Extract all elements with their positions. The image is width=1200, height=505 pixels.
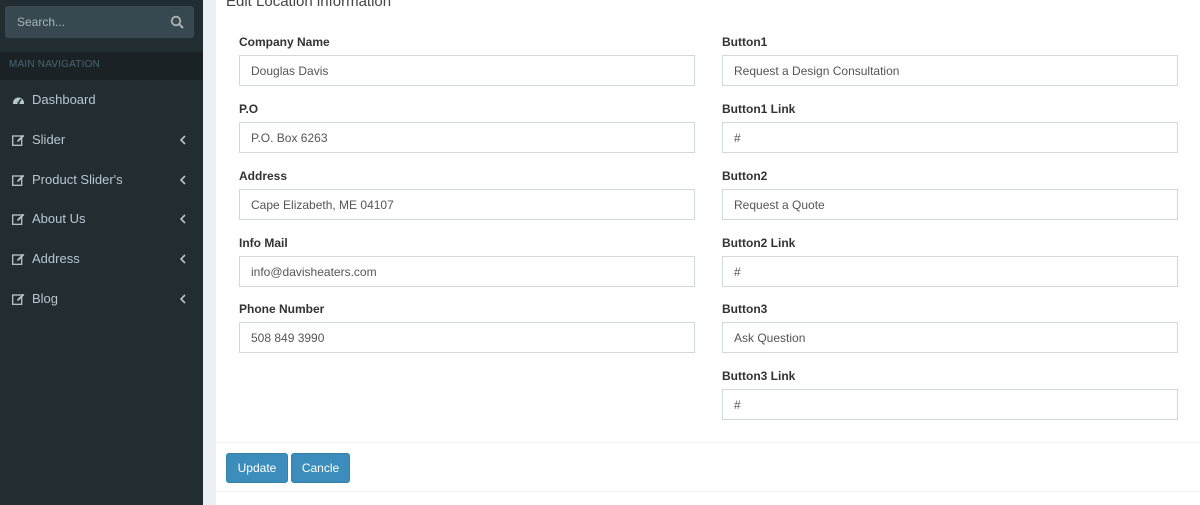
sidebar-item-label: Dashboard (32, 92, 96, 107)
button1-label: Button1 (722, 35, 768, 49)
po-label: P.O (239, 102, 259, 116)
button2-field[interactable] (722, 189, 1178, 220)
address-field[interactable] (239, 189, 695, 220)
sidebar-item-blog[interactable]: Blog (0, 279, 203, 319)
sidebar-item-slider[interactable]: Slider (0, 120, 203, 160)
button3-link-label: Button3 Link (722, 369, 796, 383)
button3-link-field[interactable] (722, 389, 1178, 420)
edit-icon (12, 253, 25, 265)
nav-header: MAIN NAVIGATION (0, 52, 203, 80)
chevron-left-icon (179, 214, 186, 224)
sidebar-item-label: Blog (32, 291, 59, 306)
info-mail-label: Info Mail (239, 236, 288, 250)
sidebar-item-about-us[interactable]: About Us (0, 199, 203, 239)
po-field[interactable] (239, 122, 695, 153)
company-name-label: Company Name (239, 35, 330, 49)
cancel-button[interactable]: Cancle (291, 453, 350, 483)
phone-number-label: Phone Number (239, 302, 325, 316)
address-label: Address (239, 169, 288, 183)
sidebar-item-label: Product Slider's (32, 172, 123, 187)
sidebar-item-address[interactable]: Address (0, 239, 203, 279)
dashboard-icon (13, 97, 24, 105)
sidebar-item-dashboard[interactable]: Dashboard (0, 80, 203, 120)
chevron-left-icon (179, 175, 186, 185)
edit-icon (12, 293, 25, 305)
button1-field[interactable] (722, 55, 1178, 86)
button2-link-field[interactable] (722, 256, 1178, 287)
search-icon[interactable] (170, 15, 184, 29)
sidebar-item-label: About Us (32, 211, 86, 226)
sidebar: MAIN NAVIGATION Dashboard Slider Product… (0, 0, 203, 505)
form-footer (216, 442, 1200, 492)
info-mail-field[interactable] (239, 256, 695, 287)
edit-icon (12, 134, 25, 146)
chevron-left-icon (179, 254, 186, 264)
form-title: Edit Location information (226, 0, 392, 10)
phone-number-field[interactable] (239, 322, 695, 353)
edit-icon (12, 213, 25, 225)
update-button[interactable]: Update (226, 453, 288, 483)
company-name-field[interactable] (239, 55, 695, 86)
content-area: Edit Location information Company Name P… (203, 0, 1200, 505)
sidebar-item-label: Slider (32, 132, 66, 147)
sidebar-item-product-sliders[interactable]: Product Slider's (0, 160, 203, 200)
search-input[interactable] (5, 6, 165, 38)
button3-label: Button3 (722, 302, 768, 316)
chevron-left-icon (179, 135, 186, 145)
button1-link-label: Button1 Link (722, 102, 796, 116)
edit-location-form: Edit Location information Company Name P… (216, 0, 1200, 505)
button2-label: Button2 (722, 169, 768, 183)
sidebar-item-label: Address (32, 251, 80, 266)
sidebar-search (5, 6, 194, 38)
chevron-left-icon (179, 294, 186, 304)
button3-field[interactable] (722, 322, 1178, 353)
edit-icon (12, 174, 25, 186)
button2-link-label: Button2 Link (722, 236, 796, 250)
button1-link-field[interactable] (722, 122, 1178, 153)
